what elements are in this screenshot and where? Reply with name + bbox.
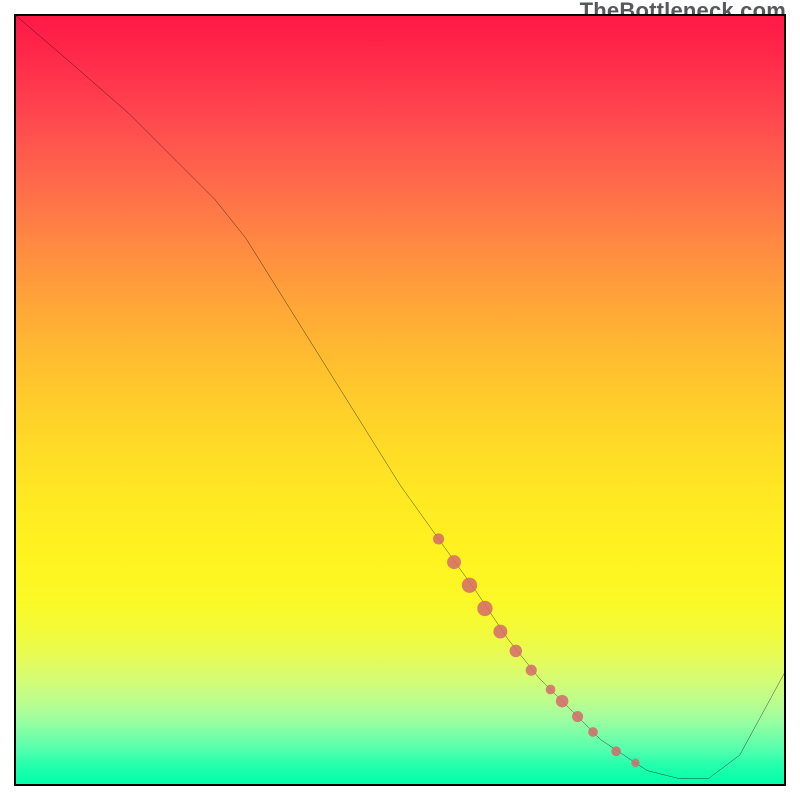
highlight-point [433, 533, 444, 544]
highlight-point [493, 625, 507, 639]
highlight-point [611, 746, 621, 756]
highlight-point [631, 759, 639, 767]
plot-area [14, 14, 786, 786]
highlight-point [556, 695, 569, 708]
highlight-point [546, 685, 556, 695]
highlight-point [462, 578, 477, 593]
highlight-point [588, 727, 598, 737]
chart-svg [14, 14, 786, 786]
highlight-segment [433, 533, 640, 767]
highlight-point [477, 601, 492, 616]
highlight-point [526, 665, 537, 676]
chart-stage: TheBottleneck.com [0, 0, 800, 800]
bottleneck-curve [14, 14, 786, 778]
highlight-point [572, 711, 583, 722]
highlight-point [447, 555, 461, 569]
highlight-point [510, 645, 523, 658]
